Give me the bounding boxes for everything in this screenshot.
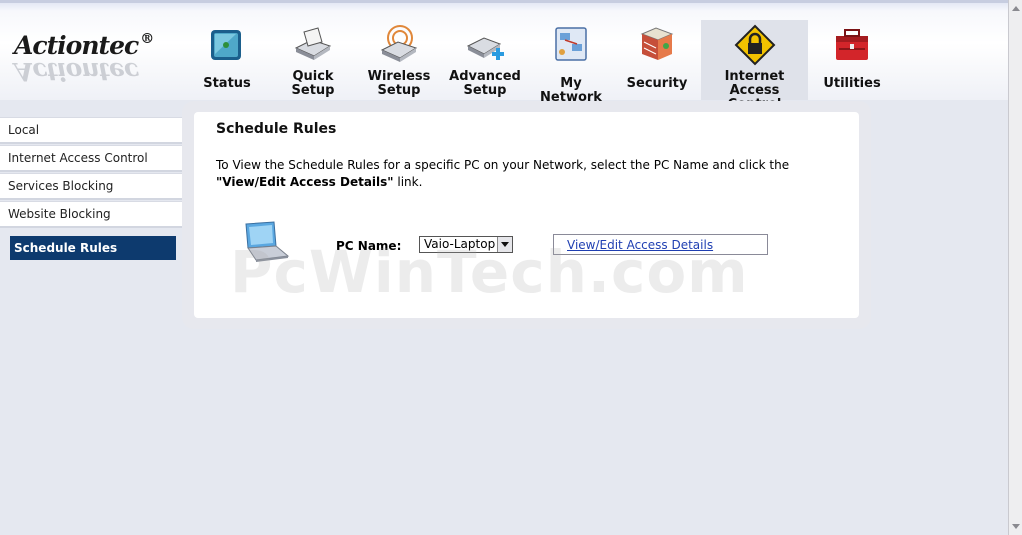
instructions-pre: To View the Schedule Rules for a specifi…	[216, 158, 790, 172]
nav-quick-setup[interactable]: Quick Setup	[276, 20, 350, 100]
nav-wireless-setup-label: Wireless Setup	[367, 69, 431, 98]
sidebar-item-local[interactable]: Local	[0, 117, 182, 144]
sidebar-item-internet-access-control[interactable]: Internet Access Control	[0, 145, 182, 172]
nav-advanced-setup[interactable]: Advanced Setup	[446, 20, 524, 100]
content-card: Schedule Rules To View the Schedule Rule…	[194, 112, 859, 318]
wireless-setup-icon	[380, 25, 418, 62]
logo-text: Actiontec	[14, 31, 139, 60]
actiontec-logo: Actiontec ® Actiontec	[12, 31, 154, 87]
content-panel: Schedule Rules To View the Schedule Rule…	[182, 101, 871, 329]
nav-status[interactable]: Status	[190, 20, 264, 100]
header: Actiontec® Actiontec Status Quick Setup	[0, 0, 1008, 112]
instructions-bold: "View/Edit Access Details"	[216, 175, 394, 189]
sidebar-item-services-blocking[interactable]: Services Blocking	[0, 173, 182, 200]
nav-quick-setup-label: Quick Setup	[291, 69, 335, 98]
logo-registered: ®	[140, 31, 154, 47]
vertical-scrollbar[interactable]	[1008, 0, 1022, 535]
pc-name-label: PC Name:	[336, 239, 402, 253]
pc-name-select[interactable]: Vaio-Laptop	[419, 236, 513, 253]
nav-security[interactable]: Security	[622, 20, 692, 100]
lock-icon	[734, 24, 775, 66]
sidebar-item-schedule-rules[interactable]: Schedule Rules	[10, 236, 176, 260]
chevron-down-icon	[501, 242, 509, 247]
sidebar-item-website-blocking[interactable]: Website Blocking	[0, 201, 182, 228]
nav-advanced-setup-label: Advanced Setup	[449, 69, 521, 98]
scroll-up-icon[interactable]	[1012, 6, 1020, 11]
status-icon	[211, 30, 241, 60]
logo-reflection: Actiontec	[14, 57, 139, 86]
toolbox-icon	[836, 29, 868, 60]
nav-status-label: Status	[203, 76, 251, 91]
my-network-icon	[555, 27, 587, 61]
sidebar: Local Internet Access Control Services B…	[0, 117, 182, 260]
scroll-down-icon[interactable]	[1012, 524, 1020, 529]
instructions-post: link.	[393, 175, 423, 189]
dropdown-button[interactable]	[497, 237, 512, 252]
nav-my-network[interactable]: My Network	[528, 20, 614, 105]
nav-internet-access-control[interactable]: Internet Access Control	[701, 20, 808, 112]
details-link-box: View/Edit Access Details	[553, 234, 768, 255]
nav-wireless-setup[interactable]: Wireless Setup	[358, 20, 440, 100]
advanced-setup-icon	[466, 37, 504, 60]
view-edit-access-details-link[interactable]: View/Edit Access Details	[567, 238, 713, 252]
quick-setup-icon	[294, 27, 332, 60]
nav-security-label: Security	[626, 76, 688, 91]
instructions-text: To View the Schedule Rules for a specifi…	[216, 157, 836, 191]
laptop-icon	[245, 221, 290, 262]
pc-name-selected: Vaio-Laptop	[424, 237, 496, 251]
nav-utilities[interactable]: Utilities	[816, 20, 888, 100]
security-icon	[640, 27, 674, 60]
page-title: Schedule Rules	[216, 121, 337, 137]
nav-utilities-label: Utilities	[823, 76, 881, 91]
